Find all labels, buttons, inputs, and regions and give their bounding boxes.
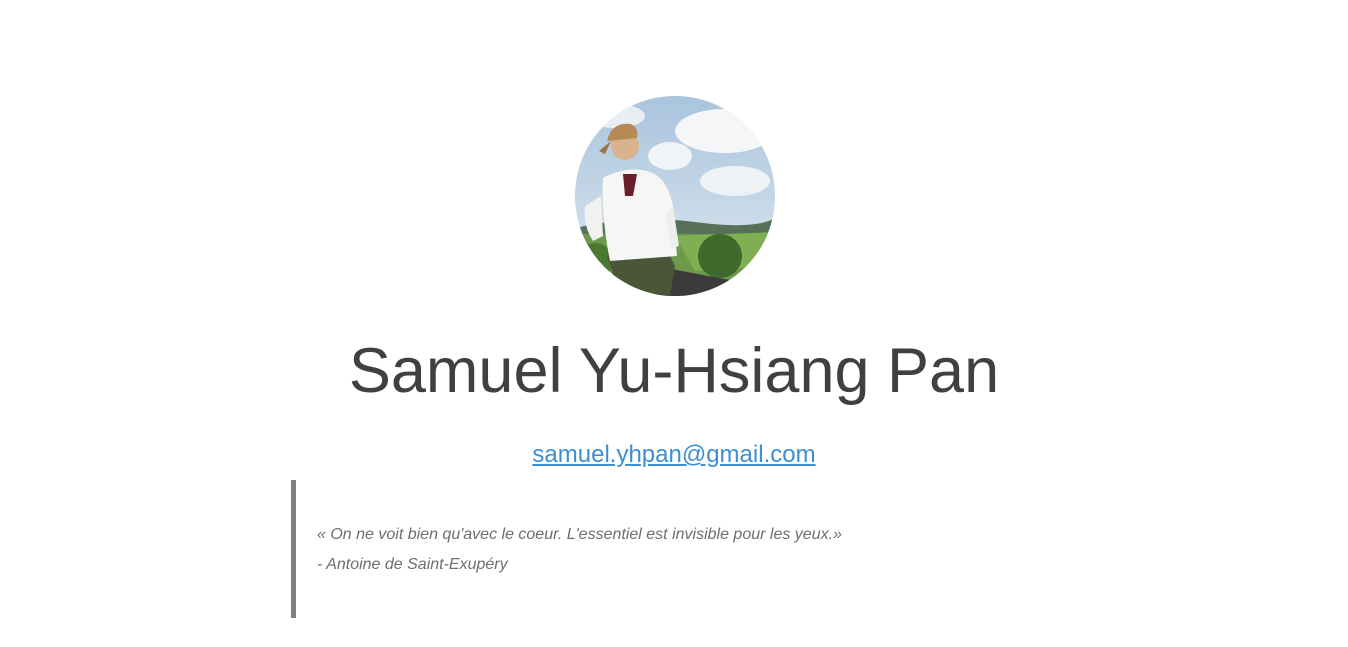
avatar-photo bbox=[575, 96, 775, 296]
email-container: samuel.yhpan@gmail.com bbox=[0, 439, 1348, 471]
profile-name: Samuel Yu-Hsiang Pan bbox=[348, 336, 1000, 406]
quote-text: « On ne voit bien qu'avec le coeur. L'es… bbox=[317, 526, 842, 543]
quote-author: - Antoine de Saint-Exupéry bbox=[317, 556, 508, 573]
profile-avatar bbox=[575, 96, 775, 296]
quote-block: « On ne voit bien qu'avec le coeur. L'es… bbox=[291, 480, 1051, 618]
email-link[interactable]: samuel.yhpan@gmail.com bbox=[532, 441, 815, 468]
profile-page: Samuel Yu-Hsiang Pan samuel.yhpan@gmail.… bbox=[0, 0, 1348, 647]
